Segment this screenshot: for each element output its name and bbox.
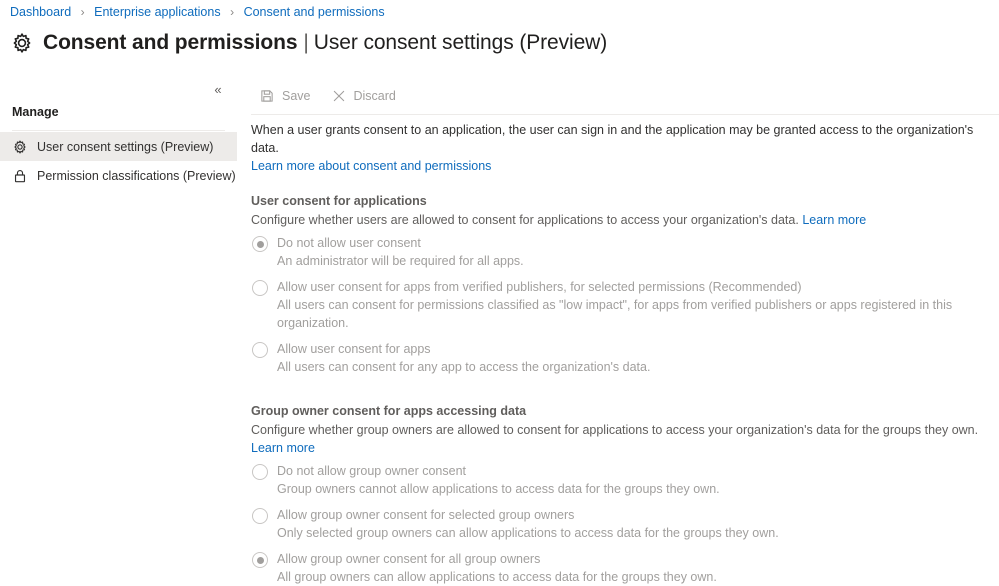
content-pane: Save Discard When a user grants consent … [237,72,999,522]
page-title-subtitle: User consent settings (Preview) [314,31,607,54]
section-learn-more-link[interactable]: Learn more [251,441,315,455]
breadcrumb-item-dashboard[interactable]: Dashboard [10,5,71,19]
lock-icon [12,168,28,184]
discard-label: Discard [354,89,396,103]
breadcrumb-separator: › [230,5,234,19]
radio-indicator[interactable] [252,464,268,480]
radio-indicator[interactable] [252,342,268,358]
radio-text-group: Do not allow group owner consent Group o… [277,462,991,498]
breadcrumb-item-enterprise-applications[interactable]: Enterprise applications [94,5,220,19]
radio-text-group: Allow group owner consent for all group … [277,550,991,586]
chevron-double-left-icon: « [214,82,221,97]
section-description-text: Configure whether group owners are allow… [251,423,978,437]
gear-icon [10,31,34,55]
page-title-row: Consent and permissions | User consent set… [10,26,607,60]
radio-label: Allow user consent for apps from verifie… [277,280,802,294]
radio-description: An administrator will be required for al… [277,254,524,268]
radio-label: Allow user consent for apps [277,342,431,356]
save-icon [259,88,275,104]
radio-text-group: Allow user consent for apps All users ca… [277,340,991,376]
discard-button[interactable]: Discard [323,81,404,111]
radio-description: All users can consent for permissions cl… [277,298,952,330]
radio-description: Only selected group owners can allow app… [277,526,779,540]
radio-description: All users can consent for any app to acc… [277,360,650,374]
radio-label: Do not allow user consent [277,236,421,250]
section-heading: User consent for applications [251,194,991,208]
page-title: Consent and permissions | User consent set… [43,31,607,55]
page-title-main: Consent and permissions [43,31,297,54]
radio-text-group: Allow user consent for apps from verifie… [277,278,991,332]
sidebar-item-label: Permission classifications (Preview) [37,169,236,183]
page-title-divider: | [303,31,308,54]
breadcrumb-separator: › [81,5,85,19]
gear-icon [12,139,28,155]
intro-paragraph: When a user grants consent to an applica… [251,121,991,175]
radio-option-allow-group-owner-consent-selected[interactable]: Allow group owner consent for selected g… [251,506,991,542]
radio-label: Allow group owner consent for all group … [277,552,540,566]
sidebar-item-permission-classifications[interactable]: Permission classifications (Preview) [0,161,237,190]
radio-option-allow-user-consent-verified-publishers[interactable]: Allow user consent for apps from verifie… [251,278,991,332]
command-bar: Save Discard [237,80,999,112]
learn-more-consent-link[interactable]: Learn more about consent and permissions [251,159,491,173]
sidebar-item-label: User consent settings (Preview) [37,140,213,154]
save-button[interactable]: Save [251,81,319,111]
radio-indicator[interactable] [252,236,268,252]
radio-option-do-not-allow-group-owner-consent[interactable]: Do not allow group owner consent Group o… [251,462,991,498]
collapse-sidebar-button[interactable]: « [207,78,229,100]
sidebar-divider [12,130,225,131]
breadcrumb: Dashboard › Enterprise applications › Co… [10,4,385,20]
sidebar-group-label: Manage [12,105,59,119]
section-heading: Group owner consent for apps accessing d… [251,404,991,418]
section-user-consent-for-applications: User consent for applications Configure … [251,194,991,376]
radio-text-group: Allow group owner consent for selected g… [277,506,991,542]
command-bar-divider [251,114,999,115]
close-icon [331,88,347,104]
radio-label: Allow group owner consent for selected g… [277,508,574,522]
radio-description: All group owners can allow applications … [277,570,717,584]
settings-body: When a user grants consent to an applica… [251,121,991,586]
radio-text-group: Do not allow user consent An administrat… [277,234,991,270]
section-learn-more-link[interactable]: Learn more [802,213,866,227]
breadcrumb-item-consent-and-permissions[interactable]: Consent and permissions [244,5,385,19]
sidebar: « Manage User consent settings (Preview)… [0,72,237,522]
section-description: Configure whether group owners are allow… [251,421,981,457]
intro-text: When a user grants consent to an applica… [251,123,973,155]
sidebar-nav-list: User consent settings (Preview) Permissi… [0,132,237,190]
radio-indicator[interactable] [252,552,268,568]
save-label: Save [282,89,311,103]
section-description-text: Configure whether users are allowed to c… [251,213,799,227]
radio-option-do-not-allow-user-consent[interactable]: Do not allow user consent An administrat… [251,234,991,270]
section-group-owner-consent: Group owner consent for apps accessing d… [251,404,991,586]
radio-description: Group owners cannot allow applications t… [277,482,720,496]
sidebar-item-user-consent-settings[interactable]: User consent settings (Preview) [0,132,237,161]
section-description: Configure whether users are allowed to c… [251,211,981,229]
radio-indicator[interactable] [252,280,268,296]
radio-option-allow-user-consent-for-apps[interactable]: Allow user consent for apps All users ca… [251,340,991,376]
radio-label: Do not allow group owner consent [277,464,466,478]
radio-option-allow-group-owner-consent-all[interactable]: Allow group owner consent for all group … [251,550,991,586]
